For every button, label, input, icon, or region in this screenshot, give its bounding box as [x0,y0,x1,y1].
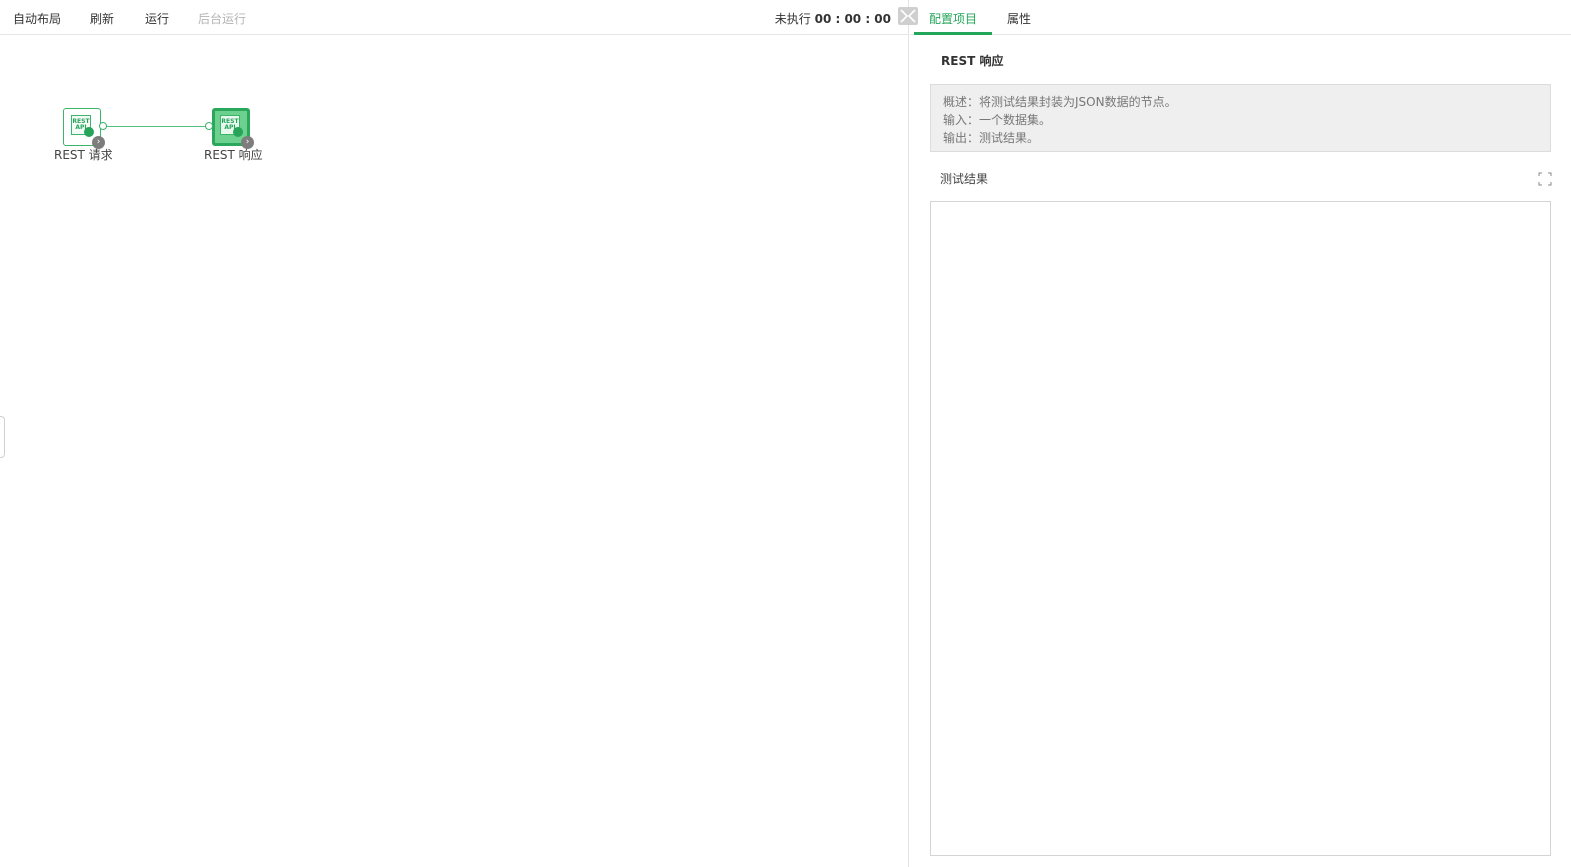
editor-toolbar: 自动布局 刷新 运行 后台运行 未执行 00 : 00 : 00 [0,0,909,35]
node-type-badge-icon [233,127,243,137]
execution-status: 未执行 00 : 00 : 00 [775,10,891,27]
background-run-button: 后台运行 [198,12,247,26]
input-port[interactable] [205,122,213,130]
node-title: REST 响应 [941,54,1004,68]
tab-properties[interactable]: 属性 [1007,10,1031,27]
refresh-button[interactable]: 刷新 [90,10,114,27]
test-result-textarea[interactable] [930,201,1551,856]
flow-node-rest-response[interactable]: REST API › [205,108,254,149]
node-description: 概述：将测试结果封装为JSON数据的节点。 输入：一个数据集。 输出：测试结果。 [930,84,1551,152]
active-tab-indicator [914,32,992,35]
node-type-badge-icon [84,127,94,137]
tab-config[interactable]: 配置项目 [929,10,977,27]
node-label: REST 请求 [54,148,113,162]
flow-node-rest-request[interactable]: REST API › [63,108,107,149]
auto-layout-button[interactable]: 自动布局 [13,10,61,27]
description-output: 输出：测试结果。 [943,131,1040,145]
flow-edge[interactable] [106,126,209,127]
side-panel-toggle[interactable] [0,416,5,458]
flow-editor: 自动布局 刷新 运行 后台运行 未执行 00 : 00 : 00 REST AP… [0,0,909,867]
description-input: 输入：一个数据集。 [943,113,1052,127]
test-result-label: 测试结果 [940,172,989,186]
panel-tabs: 配置项目 属性 [910,0,1571,35]
fullscreen-icon[interactable] [1538,172,1552,186]
status-timer: 00 : 00 : 00 [814,12,891,26]
output-port[interactable] [99,122,107,130]
node-label: REST 响应 [204,148,263,162]
status-label: 未执行 [774,12,811,26]
config-panel: 配置项目 属性 REST 响应 概述：将测试结果封装为JSON数据的节点。 输入… [910,0,1571,867]
description-overview: 概述：将测试结果封装为JSON数据的节点。 [943,95,1177,109]
flow-canvas[interactable]: REST API › REST 请求 REST API › REST 响应 [0,36,908,867]
run-button[interactable]: 运行 [145,10,169,27]
